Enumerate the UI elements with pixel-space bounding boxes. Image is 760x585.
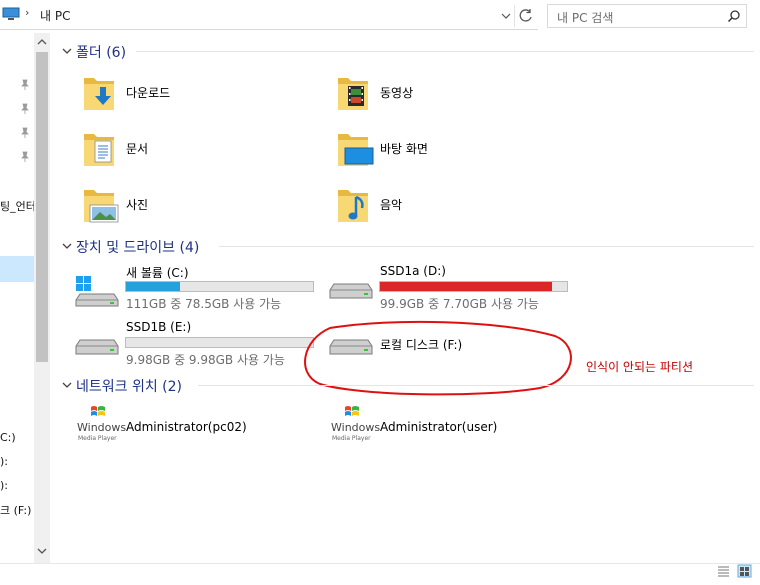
icon-caption: Windows: [331, 421, 381, 434]
pictures-folder-icon: [84, 190, 119, 223]
search-placeholder: 내 PC 검색: [557, 11, 614, 25]
music-folder-icon: [338, 190, 368, 222]
pin-icon: [21, 79, 29, 90]
pin-icon: [21, 127, 29, 138]
section-divider: [219, 246, 754, 247]
large-icons-view-icon[interactable]: [737, 564, 752, 578]
network-label: Administrator(pc02): [126, 420, 247, 434]
windows-flag-icon: [345, 406, 359, 416]
drive-usage-bar: [125, 337, 314, 348]
documents-folder-icon: [84, 134, 114, 166]
downloads-folder-icon: [84, 78, 114, 110]
drive-item-e[interactable]: SSD1B (E:) 9.98GB 중 9.98GB 사용 가능: [72, 318, 322, 368]
icon-caption-sub: Media Player: [332, 435, 371, 442]
drive-free-space: 9.98GB 중 9.98GB 사용 가능: [126, 353, 285, 367]
folder-item-downloads[interactable]: 다운로드: [76, 70, 296, 118]
annotation-text: 인식이 안되는 파티션: [586, 360, 693, 374]
drive-usage-fill: [380, 282, 553, 291]
windows-media-player-icon: Windows Media Player: [328, 404, 380, 446]
nav-item-drive-d[interactable]: ):: [0, 455, 8, 468]
chevron-down-icon: [501, 13, 511, 19]
drive-usage-fill: [126, 282, 181, 291]
icon-caption-sub: Media Player: [78, 435, 117, 442]
nav-selected-item[interactable]: [0, 256, 34, 282]
folder-label: 동영상: [380, 86, 414, 100]
section-title-network[interactable]: 네트워크 위치 (2): [76, 376, 182, 396]
chevron-down-icon[interactable]: [62, 242, 72, 250]
drive-free-space: 111GB 중 78.5GB 사용 가능: [126, 297, 282, 311]
network-label: Administrator(user): [380, 420, 498, 434]
refresh-button[interactable]: [514, 5, 536, 27]
pin-icon: [21, 151, 29, 162]
nav-item-pinned-folder[interactable]: 팅_언터: [0, 198, 36, 214]
scroll-up-icon[interactable]: [37, 38, 47, 46]
chevron-down-icon[interactable]: [62, 381, 72, 389]
drive-item-c[interactable]: 새 볼륨 (C:) 111GB 중 78.5GB 사용 가능: [72, 262, 322, 312]
status-bar-divider: [0, 563, 760, 564]
search-input[interactable]: 내 PC 검색: [547, 4, 747, 28]
folder-item-desktop[interactable]: 바탕 화면: [330, 126, 550, 174]
hard-drive-icon: [329, 283, 373, 299]
section-title-folders[interactable]: 폴더 (6): [76, 42, 126, 62]
drive-item-d[interactable]: SSD1a (D:) 99.9GB 중 7.70GB 사용 가능: [326, 262, 576, 312]
network-item-user[interactable]: Windows Media Player Administrator(user): [328, 402, 568, 448]
refresh-icon: [519, 9, 532, 22]
folder-label: 문서: [126, 142, 149, 156]
drive-label: SSD1B (E:): [126, 320, 192, 334]
details-view-icon[interactable]: [716, 564, 731, 578]
desktop-folder-icon: [338, 134, 374, 166]
drive-label: SSD1a (D:): [380, 264, 446, 278]
nav-item-drive-e[interactable]: ):: [0, 479, 8, 492]
nav-scrollbar-thumb[interactable]: [36, 52, 48, 362]
section-title-drives[interactable]: 장치 및 드라이브 (4): [76, 237, 199, 257]
breadcrumb-this-pc[interactable]: 내 PC: [40, 7, 70, 24]
network-item-pc02[interactable]: Windows Media Player Administrator(pc02): [74, 402, 314, 448]
this-pc-icon: [2, 7, 20, 20]
folder-label: 바탕 화면: [380, 142, 428, 156]
folder-item-pictures[interactable]: 사진: [76, 182, 296, 230]
windows-media-player-icon: Windows Media Player: [74, 404, 126, 446]
drive-usage-bar: [125, 281, 314, 292]
folder-item-documents[interactable]: 문서: [76, 126, 296, 174]
nav-item-drive-c[interactable]: C:): [0, 431, 16, 444]
pin-icon: [21, 103, 29, 114]
folder-label: 사진: [126, 198, 149, 212]
icon-caption: Windows: [77, 421, 127, 434]
section-divider: [198, 385, 754, 386]
hard-drive-icon: [75, 339, 119, 355]
drive-free-space: 99.9GB 중 7.70GB 사용 가능: [380, 297, 539, 311]
drive-usage-bar: [379, 281, 568, 292]
address-bar[interactable]: › 내 PC: [0, 0, 538, 30]
folder-label: 다운로드: [126, 86, 171, 100]
scroll-down-icon[interactable]: [37, 547, 47, 555]
videos-folder-icon: [338, 78, 368, 110]
search-icon[interactable]: [727, 9, 741, 23]
nav-item-drive-f[interactable]: 크 (F:): [0, 502, 31, 518]
windows-flag-icon: [91, 406, 105, 416]
section-divider: [136, 51, 754, 52]
drive-label: 새 볼륨 (C:): [126, 266, 189, 280]
breadcrumb-separator: ›: [25, 6, 30, 19]
folder-item-music[interactable]: 음악: [330, 182, 550, 230]
os-drive-icon: [75, 276, 119, 307]
folder-label: 음악: [380, 198, 403, 212]
chevron-down-icon[interactable]: [62, 47, 72, 55]
folder-item-videos[interactable]: 동영상: [330, 70, 550, 118]
address-dropdown-button[interactable]: [496, 6, 514, 26]
